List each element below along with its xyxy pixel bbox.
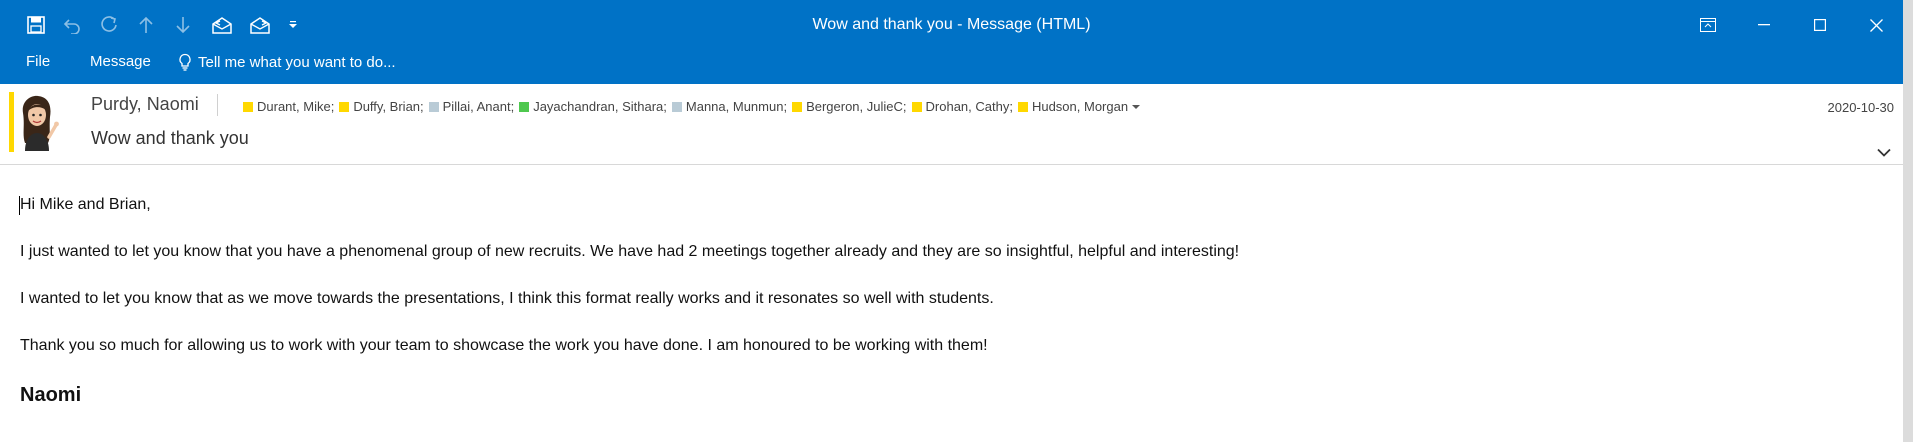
body-paragraph: I wanted to let you know that as we move… xyxy=(20,290,994,307)
recipient-name: Manna, Munmun; xyxy=(685,99,788,114)
tell-me-search[interactable]: Tell me what you want to do... xyxy=(178,53,396,71)
recipient[interactable]: Manna, Munmun; xyxy=(671,99,788,114)
signature: Naomi xyxy=(20,384,82,406)
category-square xyxy=(1017,101,1028,112)
ribbon-bar: File Message Tell me what you want to do… xyxy=(0,52,1903,84)
category-square xyxy=(339,101,350,112)
category-square xyxy=(519,101,530,112)
ribbon-display-options-icon[interactable] xyxy=(1685,7,1731,43)
recipient[interactable]: Bergeron, JulieC; xyxy=(792,99,907,114)
greeting-text: Hi Mike and Brian, xyxy=(20,196,151,213)
recipient[interactable]: Drohan, Cathy; xyxy=(911,99,1013,114)
header-separator xyxy=(217,94,218,116)
message-subject: Wow and thank you xyxy=(91,128,249,148)
recipient-name: Jayachandran, Sithara; xyxy=(533,99,667,114)
recipient[interactable]: Jayachandran, Sithara; xyxy=(519,99,667,114)
recipient[interactable]: Pillai, Anant; xyxy=(428,99,515,114)
chevron-down-icon[interactable] xyxy=(1132,104,1141,109)
recipients-list: Durant, Mike; Duffy, Brian; Pillai, Anan… xyxy=(243,99,1145,114)
message-date: 2020-10-30 xyxy=(1827,100,1895,115)
recipient-name: Durant, Mike; xyxy=(257,99,335,114)
category-square xyxy=(911,101,922,112)
expand-header-icon[interactable] xyxy=(1877,142,1891,161)
recipient-name: Bergeron, JulieC; xyxy=(806,99,907,114)
lightbulb-icon xyxy=(179,53,191,71)
tab-file[interactable]: File xyxy=(26,52,50,85)
recipient-name: Drohan, Cathy; xyxy=(925,99,1013,114)
maximize-icon[interactable] xyxy=(1797,7,1843,43)
recipient-name: Hudson, Morgan xyxy=(1031,99,1129,114)
sender-name[interactable]: Purdy, Naomi xyxy=(91,94,199,115)
close-icon[interactable] xyxy=(1853,7,1899,43)
recipient[interactable]: Hudson, Morgan xyxy=(1017,99,1141,114)
category-square xyxy=(792,101,803,112)
title-bar: Wow and thank you - Message (HTML) xyxy=(0,0,1903,52)
recipient-name: Duffy, Brian; xyxy=(353,99,424,114)
body-paragraph: I just wanted to let you know that you h… xyxy=(20,243,1240,260)
tell-me-placeholder: Tell me what you want to do... xyxy=(198,53,396,71)
message-header: Purdy, Naomi Durant, Mike; Duffy, Brian;… xyxy=(0,84,1903,165)
tab-message[interactable]: Message xyxy=(90,52,151,85)
message-window: Wow and thank you - Message (HTML) File … xyxy=(0,0,1903,442)
body-paragraph: Thank you so much for allowing us to wor… xyxy=(20,337,988,354)
body-greeting: Hi Mike and Brian, xyxy=(19,196,151,215)
background-gap xyxy=(1903,0,1913,442)
text-cursor xyxy=(19,196,20,215)
window-title: Wow and thank you - Message (HTML) xyxy=(812,16,1091,33)
minimize-icon[interactable] xyxy=(1741,7,1787,43)
recipient[interactable]: Duffy, Brian; xyxy=(339,99,424,114)
avatar[interactable] xyxy=(13,93,59,151)
category-square xyxy=(428,101,439,112)
recipient-name: Pillai, Anant; xyxy=(442,99,515,114)
category-square xyxy=(243,101,253,112)
recipient[interactable]: Durant, Mike; xyxy=(243,99,334,114)
category-square xyxy=(671,101,682,112)
